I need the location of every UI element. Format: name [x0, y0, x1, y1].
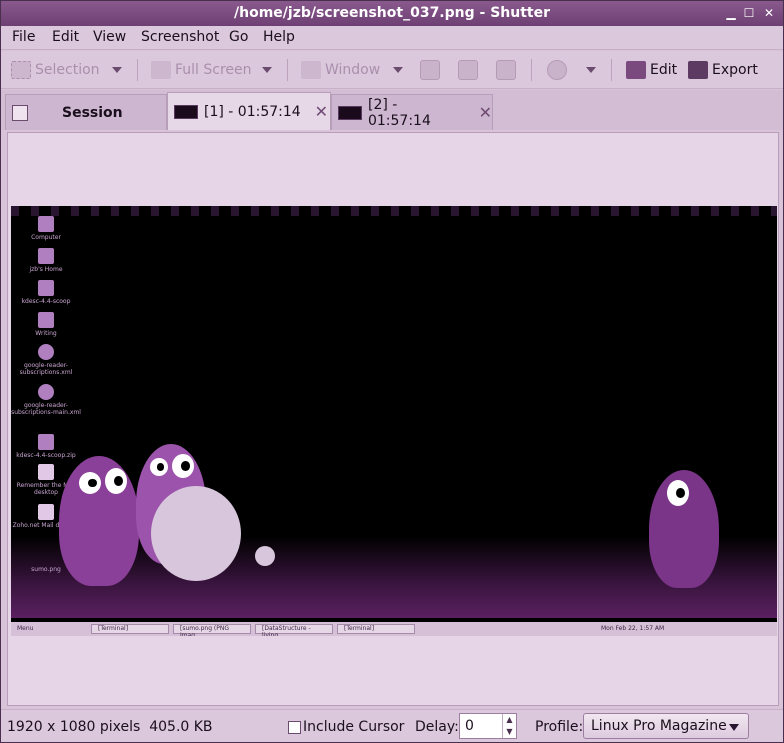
tab-screenshot-2-label: [2] - 01:57:14 — [367, 96, 431, 129]
fullscreen-label: Full Screen — [175, 62, 252, 78]
web-dropdown-icon[interactable] — [586, 67, 596, 73]
panel-task: [Terminal] — [337, 624, 415, 634]
profile-select[interactable]: Linux Pro Magazine — [583, 713, 749, 739]
title-bar[interactable]: /home/jzb/screenshot_037.png - Shutter ▁… — [1, 1, 783, 26]
egg-illustration — [151, 486, 241, 581]
toolbar-separator — [611, 59, 612, 81]
selection-dropdown-icon[interactable] — [112, 67, 122, 73]
panel-task: [DataStructure - living... — [255, 624, 333, 636]
panel-task: [sumo.png (PNG Imag... — [173, 624, 251, 636]
edit-label: Edit — [650, 62, 678, 78]
include-cursor-checkbox[interactable] — [288, 721, 301, 734]
tab-session[interactable]: Session — [5, 94, 167, 130]
session-icon — [12, 104, 28, 121]
image-view[interactable]: Computer jzb's Home kdesc-4.4-scoop Writ… — [7, 132, 779, 706]
panel-menu-label: Menu — [17, 625, 34, 632]
delay-label: Delay: — [415, 719, 459, 735]
tooltip-capture-icon[interactable] — [458, 60, 478, 80]
menu-file[interactable]: File — [12, 29, 35, 45]
export-icon — [688, 61, 708, 79]
monster-illustration — [59, 456, 139, 586]
selection-icon — [11, 61, 31, 79]
window-button[interactable]: Window — [301, 60, 380, 80]
fullscreen-dropdown-icon[interactable] — [262, 67, 272, 73]
chevron-down-icon — [729, 724, 739, 731]
menu-view[interactable]: View — [93, 29, 126, 45]
export-label: Export — [712, 62, 758, 78]
close-tab-icon[interactable]: ✕ — [315, 102, 328, 121]
profile-label: Profile: — [535, 719, 584, 735]
panel-task: [Terminal] — [91, 624, 169, 634]
window-title: /home/jzb/screenshot_037.png - Shutter — [234, 5, 550, 21]
tab-screenshot-1[interactable]: [1] - 01:57:14 ✕ — [167, 92, 331, 130]
desktop-panel: Menu [Terminal] [sumo.png (PNG Imag... [… — [11, 622, 777, 636]
include-cursor-label: Include Cursor — [303, 719, 405, 735]
image-info: 1920 x 1080 pixels 405.0 KB — [7, 719, 213, 735]
minimize-icon[interactable]: ▁ — [723, 5, 739, 21]
window-icon — [301, 61, 321, 79]
shutter-window: /home/jzb/screenshot_037.png - Shutter ▁… — [0, 0, 784, 743]
desktop-icon: Writing — [11, 312, 81, 337]
tab-screenshot-1-label: [1] - 01:57:14 — [204, 103, 301, 120]
desktop-icon: Computer — [11, 216, 81, 241]
edit-button[interactable]: Edit — [626, 60, 677, 80]
desktop-icon: jzb's Home — [11, 248, 81, 273]
panel-clock: Mon Feb 22, 1:57 AM — [601, 625, 665, 632]
toolbar-separator — [531, 59, 532, 81]
edit-icon — [626, 61, 646, 79]
web-capture-icon[interactable] — [547, 60, 567, 80]
delay-spinner[interactable]: 0 ▲ ▼ — [459, 713, 517, 739]
menu-edit[interactable]: Edit — [52, 29, 79, 45]
tab-session-label: Session — [62, 104, 123, 121]
redo-capture-icon[interactable] — [496, 60, 516, 80]
menu-capture-icon[interactable] — [420, 60, 440, 80]
desktop-icon: kdesc-4.4-scoop — [11, 280, 81, 305]
close-icon[interactable]: ✕ — [761, 5, 777, 21]
close-tab-icon[interactable]: ✕ — [479, 103, 492, 122]
monster-illustration — [649, 470, 719, 588]
desktop-icon: google-reader-subscriptions.xml — [11, 344, 81, 376]
selection-label: Selection — [35, 62, 100, 78]
tab-bar: Session [1] - 01:57:14 ✕ [2] - 01:57:14 … — [1, 90, 783, 130]
decorative-dots — [11, 206, 777, 216]
desktop-icon: kdesc-4.4-scoop.zip — [11, 434, 81, 459]
toolbar: Selection Full Screen Window Edit Export — [1, 51, 783, 89]
menu-bar: File Edit View Screenshot Go Help — [1, 26, 783, 50]
maximize-icon[interactable]: ☐ — [741, 5, 757, 21]
menu-screenshot[interactable]: Screenshot — [141, 29, 219, 45]
menu-help[interactable]: Help — [263, 29, 295, 45]
ball-illustration — [255, 546, 275, 566]
status-bar: 1920 x 1080 pixels 405.0 KB Include Curs… — [1, 709, 783, 742]
window-dropdown-icon[interactable] — [393, 67, 403, 73]
screenshot-preview: Computer jzb's Home kdesc-4.4-scoop Writ… — [11, 206, 777, 636]
menu-go[interactable]: Go — [229, 29, 248, 45]
fullscreen-button[interactable]: Full Screen — [151, 60, 252, 80]
export-button[interactable]: Export — [688, 60, 758, 80]
thumbnail-icon — [338, 105, 362, 120]
thumbnail-icon — [174, 104, 198, 119]
delay-value: 0 — [465, 718, 474, 734]
window-label: Window — [325, 62, 381, 78]
profile-value: Linux Pro Magazine — [591, 718, 727, 734]
desktop-icon: google-reader-subscriptions-main.xml — [11, 384, 81, 416]
spinner-arrows-icon[interactable]: ▲ ▼ — [502, 714, 516, 738]
toolbar-separator — [287, 59, 288, 81]
selection-button[interactable]: Selection — [11, 60, 100, 80]
toolbar-separator — [137, 59, 138, 81]
fullscreen-icon — [151, 61, 171, 79]
tab-screenshot-2[interactable]: [2] - 01:57:14 ✕ — [331, 94, 493, 130]
